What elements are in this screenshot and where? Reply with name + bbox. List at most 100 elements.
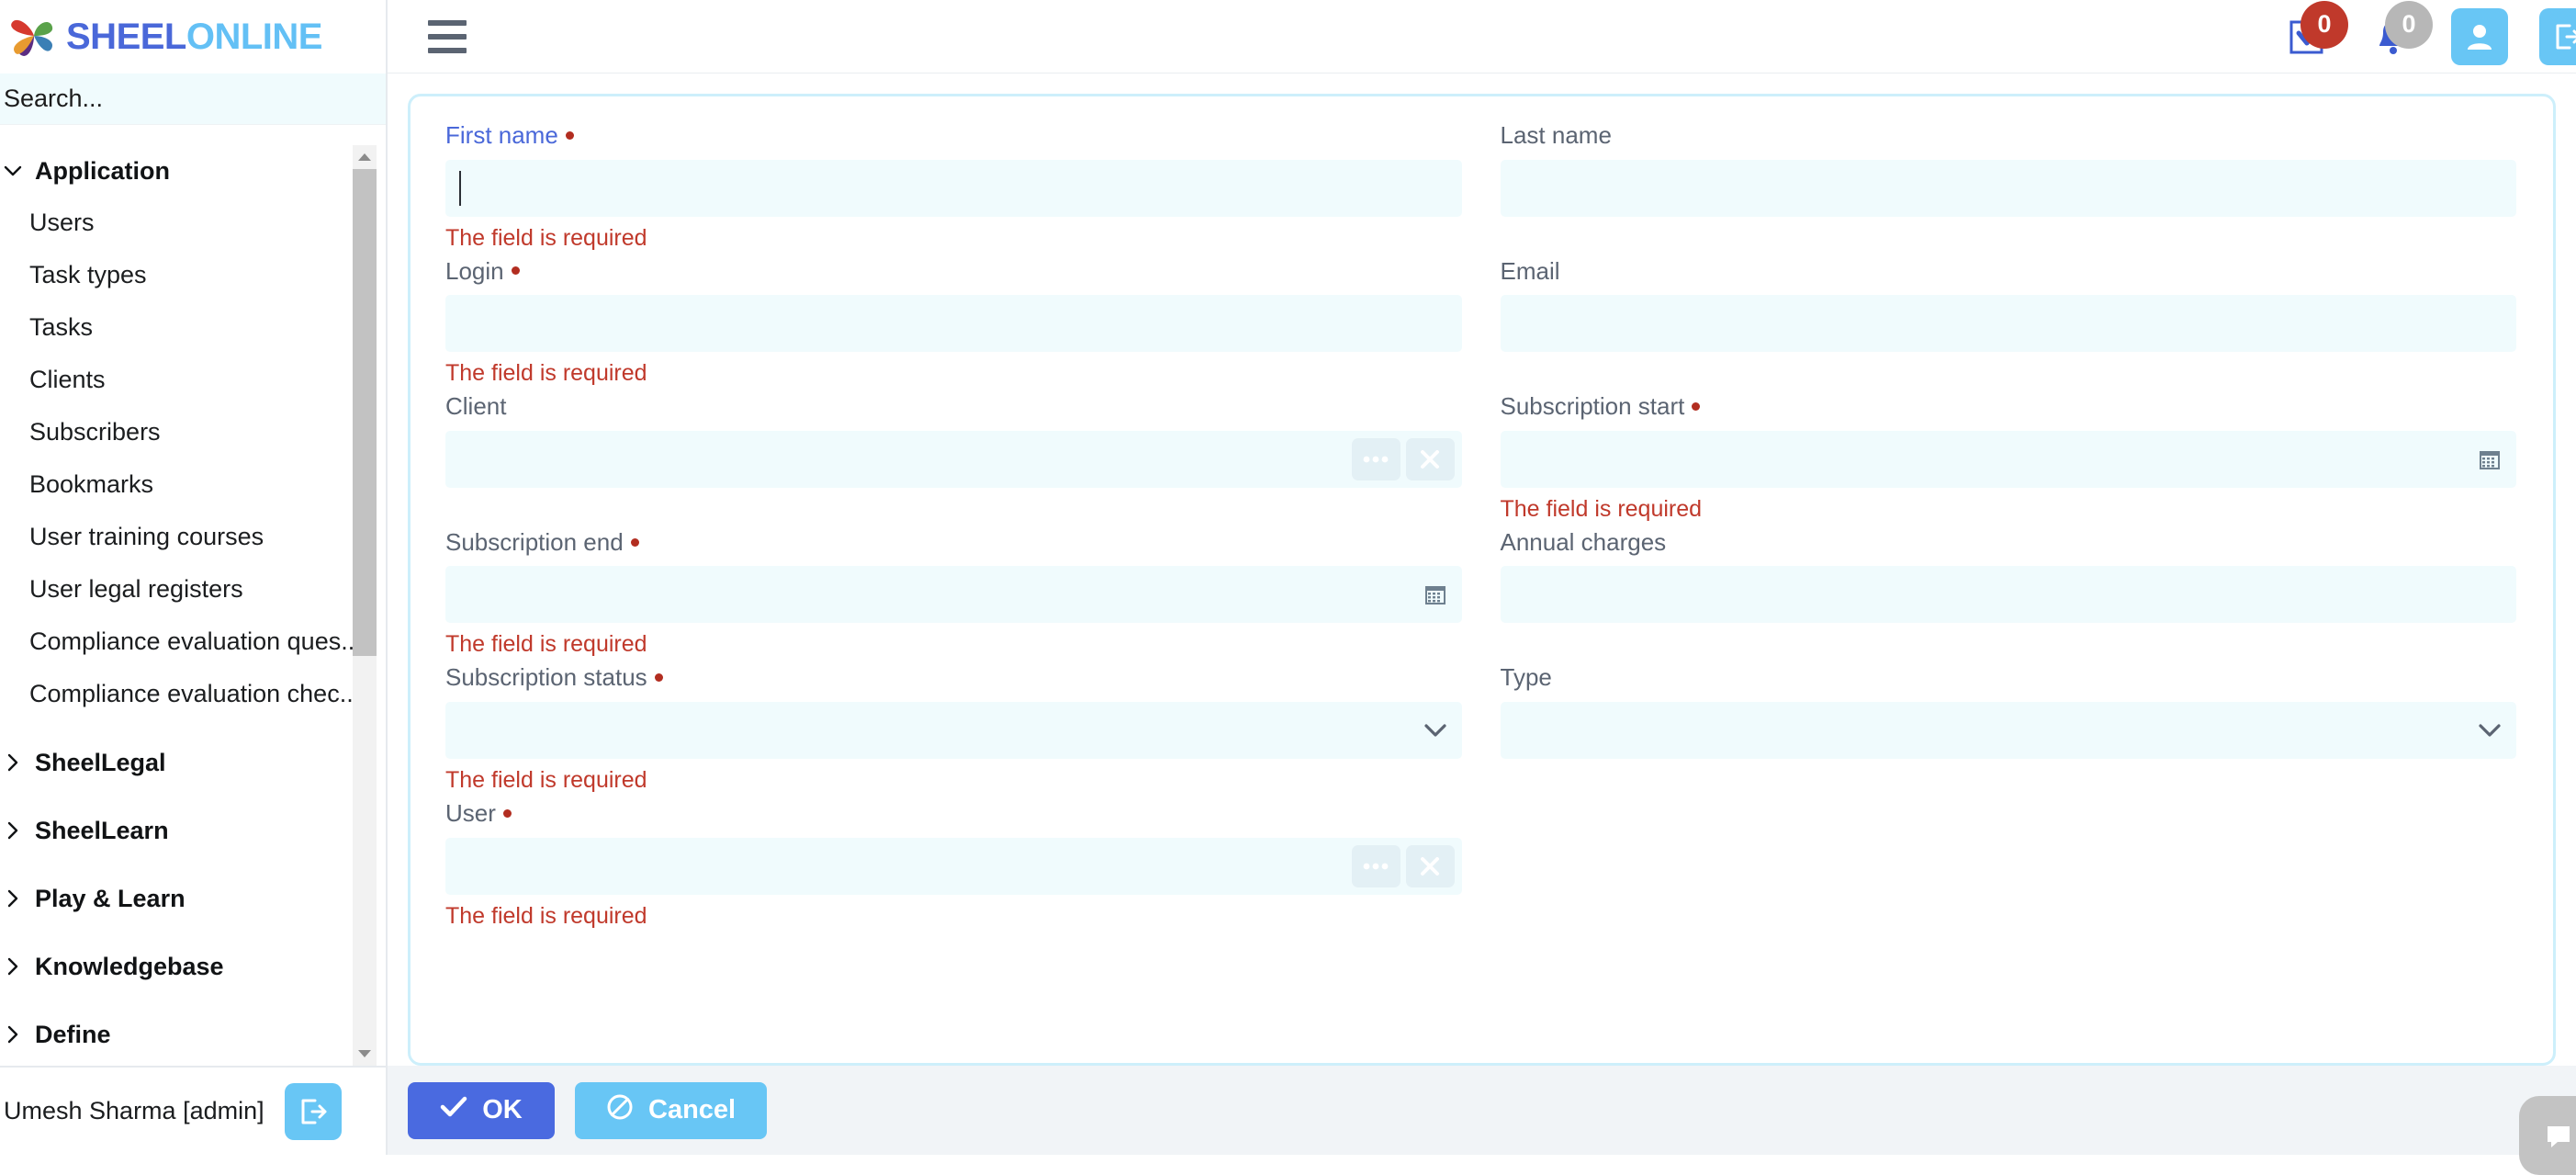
field-label-text: Login <box>445 258 504 285</box>
ok-button[interactable]: OK <box>408 1082 555 1139</box>
sidebar-group-sheellearn[interactable]: SheelLearn <box>0 805 349 856</box>
sidebar-group-define[interactable]: Define <box>0 1009 349 1060</box>
scroll-up-arrow-icon[interactable] <box>353 145 377 169</box>
close-x-icon[interactable] <box>1406 438 1455 480</box>
chevron-down-icon[interactable] <box>2478 723 2502 738</box>
field-error: The field is required <box>445 631 1462 661</box>
sidebar-nav: Application Users Task types Tasks Clien… <box>0 125 386 1066</box>
pinwheel-flower-icon <box>7 11 61 62</box>
notifications-button[interactable]: 0 <box>2367 10 2420 63</box>
sidebar-group-label: Application <box>35 157 170 186</box>
ellipsis-icon[interactable] <box>1352 438 1400 480</box>
field-email: Email <box>1501 258 2517 390</box>
calendar-icon[interactable] <box>1423 582 1447 606</box>
field-error: The field is required <box>445 225 1462 254</box>
chat-bubble-icon[interactable] <box>2519 1096 2576 1175</box>
field-error: The field is required <box>445 360 1462 390</box>
cancel-button[interactable]: Cancel <box>575 1082 767 1139</box>
last-name-input[interactable] <box>1501 160 2517 217</box>
sidebar-search[interactable]: Search... <box>0 73 386 125</box>
field-annual-charges: Annual charges <box>1501 529 2517 661</box>
form-row: Client <box>445 393 2516 529</box>
sidebar-group-label: SheelLearn <box>35 817 169 845</box>
sidebar-item-label: Users <box>29 209 95 237</box>
sidebar-group-label: Knowledgebase <box>35 953 224 981</box>
form-column-right: Email <box>1501 258 2517 394</box>
sidebar-group-sheellegal[interactable]: SheelLegal <box>0 737 349 788</box>
scroll-down-arrow-icon[interactable] <box>353 1042 377 1066</box>
subscription-end-input[interactable] <box>445 566 1462 623</box>
main-area: 0 0 <box>388 0 2576 1155</box>
sidebar-item-subscribers[interactable]: Subscribers <box>0 406 349 458</box>
form-column-left: Subscription end <box>445 529 1462 665</box>
field-label-text: Subscription status <box>445 664 647 691</box>
sidebar-scrollbar-thumb[interactable] <box>353 169 377 656</box>
subscription-status-select[interactable] <box>445 702 1462 759</box>
sidebar: SHEELONLINE Search... Application Users … <box>0 0 388 1155</box>
subscription-start-input[interactable] <box>1501 431 2517 488</box>
sidebar-item-users[interactable]: Users <box>0 197 349 249</box>
sidebar-item-user-legal-registers[interactable]: User legal registers <box>0 563 349 616</box>
tasks-button[interactable]: 0 <box>2282 10 2335 63</box>
input-wrapper <box>445 702 1462 759</box>
sidebar-item-user-training-courses[interactable]: User training courses <box>0 511 349 563</box>
sidebar-group-application[interactable]: Application <box>0 145 349 197</box>
input-wrapper <box>1501 160 2517 217</box>
annual-charges-input[interactable] <box>1501 566 2517 623</box>
field-label: Annual charges <box>1501 529 2517 556</box>
type-select[interactable] <box>1501 702 2517 759</box>
field-label-text: Type <box>1501 664 1552 691</box>
field-first-name: First name The field is required <box>445 122 1462 254</box>
brand-logo[interactable]: SHEELONLINE <box>0 0 386 73</box>
field-subscription-end: Subscription end <box>445 529 1462 661</box>
field-label-text: First name <box>445 122 558 149</box>
sidebar-item-bookmarks[interactable]: Bookmarks <box>0 458 349 511</box>
close-x-icon[interactable] <box>1406 845 1455 887</box>
field-error: The field is required <box>445 767 1462 797</box>
login-input[interactable] <box>445 295 1462 352</box>
check-icon <box>440 1095 467 1125</box>
sidebar-group-play-and-learn[interactable]: Play & Learn <box>0 873 349 924</box>
sidebar-item-task-types[interactable]: Task types <box>0 249 349 301</box>
form-column-right: Type <box>1501 664 2517 800</box>
email-input[interactable] <box>1501 295 2517 352</box>
input-wrapper <box>1501 431 2517 488</box>
hamburger-menu-icon[interactable] <box>428 20 467 53</box>
content-area: First name The field is required <box>388 73 2576 1066</box>
sidebar-group-label: Define <box>35 1021 111 1049</box>
sidebar-item-compliance-evaluation-questions[interactable]: Compliance evaluation ques... <box>0 616 349 668</box>
field-label: Subscription status <box>445 664 1462 691</box>
user-input[interactable] <box>445 838 1462 895</box>
topbar: 0 0 <box>388 0 2576 73</box>
logout-button[interactable] <box>285 1083 342 1140</box>
text-caret <box>459 171 461 206</box>
sidebar-group-label: SheelLegal <box>35 749 166 777</box>
field-type: Type <box>1501 664 2517 797</box>
field-subscription-status: Subscription status The field is require… <box>445 664 1462 797</box>
topbar-logout-button[interactable] <box>2539 8 2576 65</box>
sidebar-item-label: Task types <box>29 261 147 289</box>
field-error-placeholder <box>445 496 1462 525</box>
form-column-right: Subscription start <box>1501 393 2517 529</box>
form-column-right: Annual charges <box>1501 529 2517 665</box>
sidebar-group-label: Play & Learn <box>35 885 186 913</box>
current-user-label: Umesh Sharma [admin] <box>4 1097 264 1125</box>
required-marker-icon <box>631 538 639 547</box>
client-input[interactable] <box>445 431 1462 488</box>
sidebar-item-compliance-evaluation-checklists[interactable]: Compliance evaluation chec... <box>0 668 349 720</box>
chevron-down-icon[interactable] <box>1423 723 1447 738</box>
field-label: User <box>445 800 1462 827</box>
sidebar-group-knowledgebase[interactable]: Knowledgebase <box>0 941 349 992</box>
field-label-text: Client <box>445 393 506 420</box>
field-label-text: Subscription end <box>445 529 624 556</box>
chevron-right-icon <box>4 889 22 908</box>
ellipsis-icon[interactable] <box>1352 845 1400 887</box>
profile-button[interactable] <box>2451 8 2508 65</box>
calendar-icon[interactable] <box>2478 447 2502 471</box>
sidebar-item-label: Bookmarks <box>29 470 153 499</box>
sidebar-item-tasks[interactable]: Tasks <box>0 301 349 354</box>
input-wrapper <box>1501 702 2517 759</box>
sidebar-footer: Umesh Sharma [admin] <box>0 1066 386 1155</box>
sidebar-item-clients[interactable]: Clients <box>0 354 349 406</box>
first-name-input[interactable] <box>445 160 1462 217</box>
